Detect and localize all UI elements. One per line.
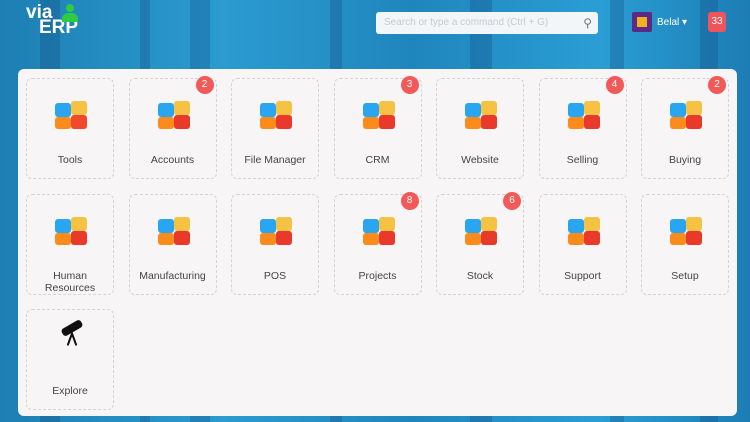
calendar-icon [55, 99, 87, 131]
module-label: CRM [365, 154, 390, 166]
module-card-selling[interactable]: Selling 4 [538, 76, 627, 179]
module-card-explore[interactable]: Explore [26, 309, 114, 410]
shopping-cart-icon [670, 99, 702, 131]
notification-count-badge: 8 [400, 191, 419, 210]
module-label: Accounts [150, 154, 195, 166]
module-card-manufacturing[interactable]: Manufacturing [128, 193, 217, 295]
notification-count-badge: 3 [400, 76, 419, 94]
module-card-human-resources[interactable]: Human Resources [26, 193, 114, 295]
module-card-projects[interactable]: Projects 8 [333, 191, 422, 295]
notification-count-badge: 6 [503, 191, 521, 210]
module-label: File Manager [244, 154, 306, 166]
module-card-setup[interactable]: Setup [641, 193, 729, 295]
notification-count-badge: 2 [195, 76, 214, 94]
module-label: Explore [52, 385, 88, 397]
module-card-tools[interactable]: Tools [26, 78, 114, 179]
barcode-icon [567, 99, 600, 131]
logo[interactable]: via ERP [26, 3, 79, 38]
calculator-icon [157, 99, 190, 131]
module-label: POS [263, 269, 287, 282]
notification-count-badge: 4 [605, 76, 624, 94]
module-label: Setup [671, 269, 699, 282]
modules-panel: Tools Accounts 2 File Manager CRM 3 Website Sel… [18, 69, 737, 416]
tools-icon [55, 215, 87, 247]
sliders-icon [670, 215, 702, 247]
monitor-support-icon [567, 215, 600, 247]
telescope-icon [55, 318, 87, 350]
module-card-accounts[interactable]: Accounts 2 [128, 76, 217, 179]
module-label: Buying [668, 154, 702, 166]
module-label: Manufacturing [139, 269, 206, 282]
module-card-pos[interactable]: POS [231, 193, 319, 295]
module-label: Support [564, 269, 601, 282]
module-label: Human Resources [44, 269, 96, 294]
notification-badge[interactable]: 33 [708, 12, 726, 32]
module-label: Tools [57, 154, 83, 166]
module-card-file-manager[interactable]: File Manager [231, 78, 319, 179]
notification-count-badge: 2 [708, 76, 726, 94]
logo-text-erp: ERP [39, 17, 79, 38]
avatar [632, 12, 652, 32]
search-input[interactable]: Search or type a command (Ctrl + G) ⚲ [376, 12, 598, 34]
forklift-icon [465, 215, 497, 247]
module-label: Projects [358, 269, 397, 282]
gantt-icon [362, 215, 395, 247]
module-card-website[interactable]: Website [436, 78, 524, 179]
clipboard-edit-icon [260, 99, 292, 131]
laptop-globe-icon [465, 99, 497, 131]
module-label: Website [461, 154, 499, 166]
top-navbar: via ERP Search or type a command (Ctrl +… [0, 0, 750, 48]
person-icon [62, 4, 78, 22]
module-label: Stock [466, 269, 494, 282]
search-icon: ⚲ [583, 16, 592, 30]
factory-icon [157, 215, 190, 247]
module-card-stock[interactable]: Stock 6 [436, 191, 524, 295]
module-card-crm[interactable]: CRM 3 [333, 76, 422, 179]
module-label: Selling [566, 154, 599, 166]
user-name: Belal ▾ [657, 16, 688, 28]
module-card-support[interactable]: Support [538, 193, 627, 295]
user-menu[interactable]: Belal ▾ [632, 12, 687, 32]
crm-cycle-icon [362, 99, 395, 131]
cash-register-icon [260, 215, 292, 247]
search-placeholder: Search or type a command (Ctrl + G) [384, 17, 549, 28]
module-card-buying[interactable]: Buying 2 [641, 76, 729, 179]
